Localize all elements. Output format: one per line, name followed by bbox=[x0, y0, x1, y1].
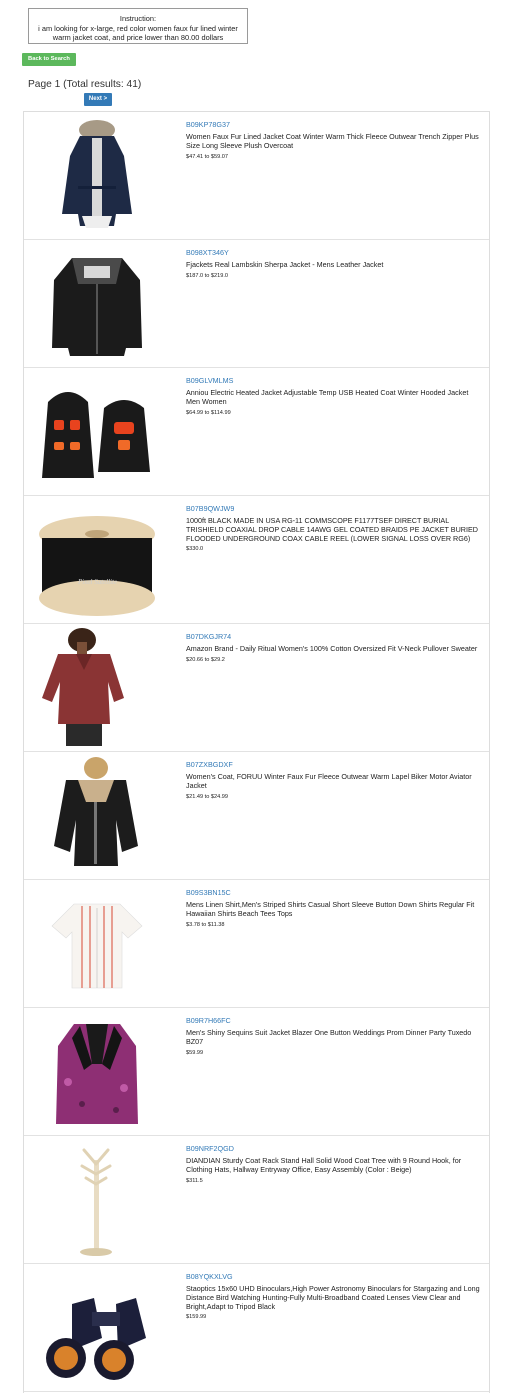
result-item: B08YQKXLVG Staoptics 15x60 UHD Binocular… bbox=[24, 1264, 489, 1392]
instruction-label: Instruction: bbox=[119, 14, 157, 23]
result-item: B098XT346Y Fjackets Real Lambskin Sherpa… bbox=[24, 240, 489, 368]
product-title: Women's Coat, FORUU Winter Faux Fur Flee… bbox=[186, 772, 472, 790]
product-price: $47.41 to $59.07 bbox=[186, 153, 228, 160]
heated-jacket-image[interactable] bbox=[32, 372, 162, 492]
product-price: $59.99 bbox=[186, 1049, 204, 1056]
navy-parka-image[interactable] bbox=[32, 116, 162, 236]
product-price: $159.99 bbox=[186, 1314, 207, 1321]
product-asin-link[interactable]: B09R7H66FC bbox=[186, 1016, 481, 1025]
product-asin-link[interactable]: B09NRF2QGD bbox=[186, 1144, 481, 1153]
product-price: $21.49 to $24.99 bbox=[186, 793, 228, 800]
sweater-image[interactable] bbox=[32, 628, 162, 748]
product-title: 1000ft BLACK MADE IN USA RG-11 COMMSCOPE… bbox=[186, 516, 478, 543]
cable-reel-image[interactable]: Pixel Satellite bbox=[32, 500, 162, 620]
result-item: B09KP78G37 Women Faux Fur Lined Jacket C… bbox=[24, 112, 489, 240]
product-title: Amazon Brand - Daily Ritual Women's 100%… bbox=[186, 644, 478, 653]
coat-rack-image[interactable] bbox=[32, 1140, 162, 1260]
product-price: $187.0 to $219.0 bbox=[186, 272, 228, 279]
product-price: $3.78 to $11.38 bbox=[186, 921, 225, 928]
product-title: Mens Linen Shirt,Men's Striped Shirts Ca… bbox=[186, 900, 475, 918]
reel-brand-text: Pixel Satellite bbox=[77, 578, 117, 586]
result-item: B09NRF2QGD DIANDIAN Sturdy Coat Rack Sta… bbox=[24, 1136, 489, 1264]
product-asin-link[interactable]: B07ZXBGDXF bbox=[186, 760, 481, 769]
results-list: B09KP78G37 Women Faux Fur Lined Jacket C… bbox=[23, 111, 490, 1393]
result-item: B07ZXBGDXF Women's Coat, FORUU Winter Fa… bbox=[24, 752, 489, 880]
product-title: Staoptics 15x60 UHD Binoculars,High Powe… bbox=[186, 1284, 480, 1311]
result-item: B09S3BN15C Mens Linen Shirt,Men's Stripe… bbox=[24, 880, 489, 1008]
binoculars-image[interactable] bbox=[32, 1268, 162, 1388]
product-title: Men's Shiny Sequins Suit Jacket Blazer O… bbox=[186, 1028, 472, 1046]
aviator-jacket-image[interactable] bbox=[32, 756, 162, 876]
product-title: Fjackets Real Lambskin Sherpa Jacket - M… bbox=[186, 260, 384, 269]
product-asin-link[interactable]: B07DKGJR74 bbox=[186, 632, 481, 641]
striped-shirt-image[interactable] bbox=[32, 884, 162, 1004]
product-asin-link[interactable]: B08YQKXLVG bbox=[186, 1272, 481, 1281]
result-item: B07DKGJR74 Amazon Brand - Daily Ritual W… bbox=[24, 624, 489, 752]
next-page-button[interactable]: Next > bbox=[84, 93, 112, 106]
product-title: Anniou Electric Heated Jacket Adjustable… bbox=[186, 388, 469, 406]
page-info: Page 1 (Total results: 41) bbox=[28, 79, 142, 90]
product-title: Women Faux Fur Lined Jacket Coat Winter … bbox=[186, 132, 479, 150]
product-price: $64.99 to $114.99 bbox=[186, 409, 231, 416]
back-to-search-button[interactable]: Back to Search bbox=[22, 53, 76, 66]
instruction-box: Instruction: i am looking for x-large, r… bbox=[28, 8, 248, 44]
product-asin-link[interactable]: B09GLVMLMS bbox=[186, 376, 481, 385]
leather-jacket-image[interactable] bbox=[32, 244, 162, 364]
product-price: $20.66 to $29.2 bbox=[186, 656, 225, 663]
instruction-text: i am looking for x-large, red color wome… bbox=[38, 23, 238, 43]
product-price: $311.5 bbox=[186, 1177, 203, 1184]
result-item: B09R7H66FC Men's Shiny Sequins Suit Jack… bbox=[24, 1008, 489, 1136]
result-item: B09GLVMLMS Anniou Electric Heated Jacket… bbox=[24, 368, 489, 496]
product-asin-link[interactable]: B09KP78G37 bbox=[186, 120, 481, 129]
product-title: DIANDIAN Sturdy Coat Rack Stand Hall Sol… bbox=[186, 1156, 462, 1174]
product-asin-link[interactable]: B09S3BN15C bbox=[186, 888, 481, 897]
result-item: Pixel Satellite B07B9QWJW9 1000ft BLACK … bbox=[24, 496, 489, 624]
product-price: $330.0 bbox=[186, 546, 204, 553]
product-asin-link[interactable]: B098XT346Y bbox=[186, 248, 481, 257]
sequin-blazer-image[interactable] bbox=[32, 1012, 162, 1132]
product-asin-link[interactable]: B07B9QWJW9 bbox=[186, 504, 481, 513]
